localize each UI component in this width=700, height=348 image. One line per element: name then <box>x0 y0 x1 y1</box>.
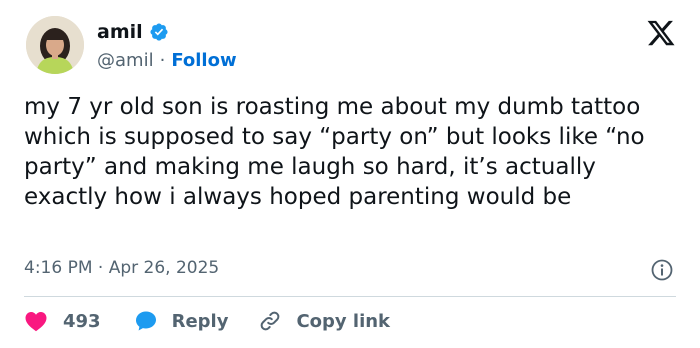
reply-button[interactable]: Reply <box>134 309 229 333</box>
tweet-timestamp[interactable]: 4:16 PM · Apr 26, 2025 <box>24 258 219 278</box>
info-icon[interactable] <box>650 258 674 282</box>
author-handle[interactable]: @amil <box>97 50 154 71</box>
divider <box>24 296 676 297</box>
like-count: 493 <box>63 310 101 332</box>
author-name[interactable]: amil <box>97 21 143 43</box>
tweet-card: amil @amil · Follow my 7 yr old son is r… <box>0 0 700 348</box>
avatar[interactable] <box>26 16 84 74</box>
x-logo-icon[interactable] <box>646 18 676 48</box>
copy-link-label: Copy link <box>296 310 391 332</box>
follow-button[interactable]: Follow <box>171 50 236 71</box>
reply-label: Reply <box>171 310 229 332</box>
reply-bubble-icon <box>135 311 156 331</box>
verified-badge-icon <box>150 23 168 41</box>
author-name-row: amil <box>97 19 169 45</box>
heart-icon <box>25 312 47 332</box>
author-handle-row: @amil · Follow <box>97 48 237 72</box>
avatar-photo <box>26 16 84 74</box>
copy-link-button[interactable]: Copy link <box>258 309 390 333</box>
action-bar: 493 Reply Copy link <box>24 306 390 336</box>
link-icon <box>261 311 280 331</box>
separator-dot: · <box>159 49 166 71</box>
tweet-text: my 7 yr old son is roasting me about my … <box>24 94 645 210</box>
like-button[interactable]: 493 <box>24 310 101 332</box>
